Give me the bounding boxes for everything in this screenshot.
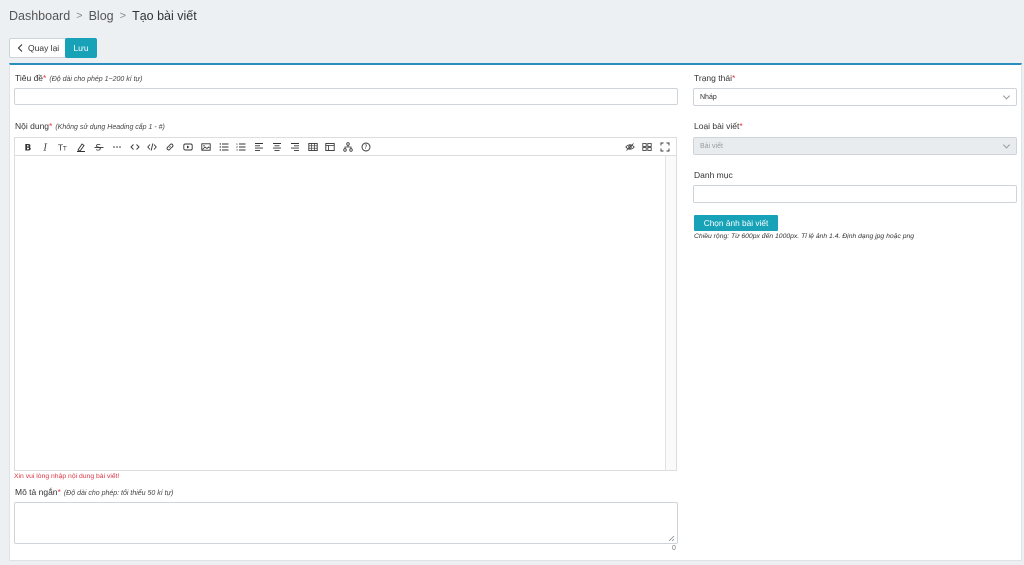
breadcrumb-current: Tạo bài viết <box>132 9 197 23</box>
category-label-text: Danh mục <box>694 170 733 180</box>
required-mark: * <box>57 487 61 497</box>
required-mark: * <box>43 73 47 83</box>
more-icon[interactable] <box>108 138 126 156</box>
status-label: Trạng thái* <box>694 73 735 83</box>
category-input[interactable] <box>693 185 1017 203</box>
svg-text:B: B <box>24 143 31 152</box>
markdown-editor: B I TT S 123 ? <box>14 137 677 471</box>
video-icon[interactable] <box>179 138 197 156</box>
content-label-text: Nội dung <box>15 121 50 131</box>
svg-text:3: 3 <box>236 148 238 152</box>
side-by-side-icon[interactable] <box>638 138 656 156</box>
required-mark: * <box>739 121 743 131</box>
summary-textarea[interactable] <box>14 502 678 544</box>
post-type-select: Bài viết <box>693 137 1017 155</box>
italic-icon[interactable]: I <box>37 138 55 156</box>
diagram-icon[interactable] <box>339 138 357 156</box>
breadcrumb-separator-icon: > <box>76 10 83 22</box>
svg-text:T: T <box>62 145 67 152</box>
save-button[interactable]: Lưu <box>65 38 97 58</box>
post-type-label: Loại bài viết* <box>694 121 743 131</box>
link-icon[interactable] <box>161 138 179 156</box>
editor-textarea[interactable] <box>15 156 665 470</box>
code-icon[interactable] <box>126 138 144 156</box>
title-label-text: Tiêu đề <box>15 73 44 83</box>
preview-icon[interactable] <box>621 138 639 156</box>
summary-label: Mô tả ngắn* (Độ dài cho phép: tối thiểu 5… <box>15 487 173 497</box>
summary-hint: (Độ dài cho phép: tối thiểu 50 kí tự) <box>63 490 174 497</box>
back-button[interactable]: Quay lại <box>9 38 68 58</box>
status-select[interactable]: Nháp <box>693 88 1017 106</box>
chevron-down-icon <box>1002 141 1011 149</box>
choose-image-button[interactable]: Chọn ảnh bài viết <box>694 215 778 231</box>
image-hint: Chiều rộng: Từ 600px đến 1000px. Tỉ lệ ả… <box>694 233 915 240</box>
align-right-icon[interactable] <box>286 138 304 156</box>
breadcrumb-blog[interactable]: Blog <box>89 9 114 23</box>
category-label: Danh mục <box>694 170 733 180</box>
template-icon[interactable] <box>322 138 340 156</box>
required-mark: * <box>49 121 53 131</box>
chevron-left-icon <box>17 44 23 52</box>
breadcrumb-separator-icon: > <box>119 10 127 22</box>
back-button-label: Quay lại <box>28 43 60 53</box>
resize-handle-icon[interactable] <box>668 535 675 542</box>
editor-toolbar: B I TT S 123 ? <box>15 138 676 156</box>
fullscreen-icon[interactable] <box>656 138 674 156</box>
editor-scrollbar[interactable] <box>665 156 676 470</box>
title-label: Tiêu đề* (Độ dài cho phép 1~200 kí tự) <box>15 73 142 83</box>
content-error-message: Xin vui lòng nhập nội dung bài viết! <box>14 473 120 480</box>
title-hint: (Độ dài cho phép 1~200 kí tự) <box>49 76 143 83</box>
text-size-icon[interactable]: TT <box>55 138 73 156</box>
align-left-icon[interactable] <box>250 138 268 156</box>
image-icon[interactable] <box>197 138 215 156</box>
ordered-list-icon[interactable]: 123 <box>233 138 251 156</box>
chevron-down-icon <box>1002 92 1011 100</box>
breadcrumb: Dashboard > Blog > Tạo bài viết <box>9 9 197 23</box>
post-type-label-text: Loại bài viết <box>694 121 740 131</box>
help-icon[interactable]: ? <box>357 138 375 156</box>
strikethrough-icon[interactable]: S <box>90 138 108 156</box>
table-icon[interactable] <box>304 138 322 156</box>
breadcrumb-dashboard[interactable]: Dashboard <box>9 9 70 23</box>
bold-icon[interactable]: B <box>19 138 37 156</box>
summary-char-counter: 0 <box>672 545 676 552</box>
content-label: Nội dung* (Không sử dụng Heading cấp 1 - … <box>15 121 165 131</box>
status-select-value: Nháp <box>700 93 717 101</box>
required-mark: * <box>731 73 736 83</box>
post-type-select-value: Bài viết <box>700 142 723 150</box>
highlight-icon[interactable] <box>72 138 90 156</box>
title-input[interactable] <box>14 88 678 105</box>
status-label-text: Trạng thái <box>694 73 732 83</box>
summary-label-text: Mô tả ngắn <box>15 487 58 497</box>
unordered-list-icon[interactable] <box>215 138 233 156</box>
code-block-icon[interactable] <box>144 138 162 156</box>
content-hint: (Không sử dụng Heading cấp 1 - #) <box>55 124 165 131</box>
align-center-icon[interactable] <box>268 138 286 156</box>
svg-text:?: ? <box>364 144 367 151</box>
svg-text:I: I <box>42 143 47 152</box>
